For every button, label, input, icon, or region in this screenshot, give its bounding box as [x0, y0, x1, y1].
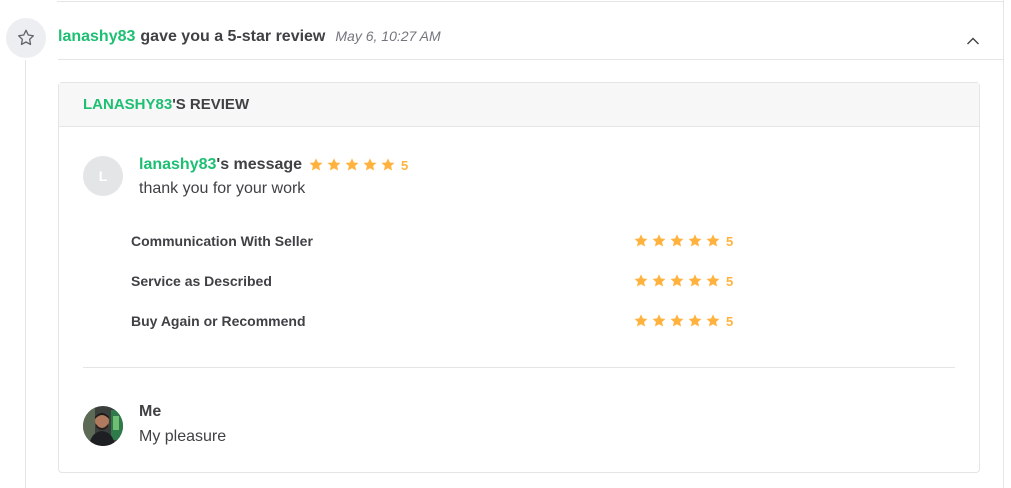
seller-reply: Me My pleasure — [83, 403, 226, 446]
star-icon — [687, 233, 703, 249]
star-icon — [687, 313, 703, 329]
star-icon — [669, 233, 685, 249]
top-divider — [57, 0, 1003, 2]
message-username-link[interactable]: lanashy83 — [139, 156, 216, 174]
event-timestamp: May 6, 10:27 AM — [335, 28, 441, 44]
review-card: LANASHY83 'S REVIEW L lanashy83's message… — [58, 82, 980, 473]
criteria-rating-stars: 5 — [633, 273, 733, 289]
review-card-header: LANASHY83 'S REVIEW — [59, 83, 979, 127]
seller-avatar[interactable] — [83, 406, 123, 446]
star-icon — [633, 233, 649, 249]
event-action-text: gave you a 5-star review — [140, 28, 326, 45]
criteria-row-recommend: Buy Again or Recommend 5 — [131, 311, 751, 331]
criteria-label: Buy Again or Recommend — [131, 313, 306, 329]
review-message: L lanashy83's message 5 thank you for yo… — [83, 155, 408, 198]
star-icon — [633, 313, 649, 329]
criteria-rating-value: 5 — [726, 313, 734, 329]
reply-author: Me — [139, 403, 162, 420]
criteria-label: Service as Described — [131, 273, 272, 289]
star-icon — [705, 233, 721, 249]
chevron-up-icon — [967, 37, 979, 45]
star-icon — [669, 313, 685, 329]
timeline-line — [25, 60, 26, 488]
criteria-row-communication: Communication With Seller 5 — [131, 231, 751, 251]
criteria-rating-stars: 5 — [633, 233, 733, 249]
criteria-rating-value: 5 — [726, 273, 734, 289]
criteria-rating-stars: 5 — [633, 313, 733, 329]
star-icon — [651, 273, 667, 289]
event-header: lanashy83 gave you a 5-star review May 6… — [58, 28, 441, 50]
star-icon — [651, 313, 667, 329]
star-icon — [651, 233, 667, 249]
star-icon — [326, 157, 342, 173]
card-divider — [83, 367, 955, 368]
star-icon — [344, 157, 360, 173]
criteria-row-service: Service as Described 5 — [131, 271, 751, 291]
star-icon — [705, 313, 721, 329]
collapse-button[interactable] — [962, 32, 984, 50]
avatar[interactable]: L — [83, 156, 123, 196]
review-message-text: thank you for your work — [139, 180, 306, 197]
overall-rating-value: 5 — [401, 157, 409, 173]
criteria-label: Communication With Seller — [131, 233, 313, 249]
star-icon — [362, 157, 378, 173]
star-icon — [633, 273, 649, 289]
star-outline-icon — [6, 18, 46, 58]
criteria-rating-value: 5 — [726, 233, 734, 249]
event-username-link[interactable]: lanashy83 — [58, 28, 135, 46]
reply-text: My pleasure — [139, 428, 227, 445]
star-icon — [308, 157, 324, 173]
overall-rating-stars: 5 — [308, 157, 408, 173]
right-divider — [1003, 0, 1004, 488]
review-header-username[interactable]: LANASHY83 — [83, 96, 172, 113]
review-header-suffix: 'S REVIEW — [172, 96, 250, 113]
header-divider — [58, 59, 1004, 60]
star-icon — [669, 273, 685, 289]
star-icon — [687, 273, 703, 289]
message-title-suffix: 's message — [216, 156, 303, 173]
star-icon — [705, 273, 721, 289]
star-icon — [380, 157, 396, 173]
